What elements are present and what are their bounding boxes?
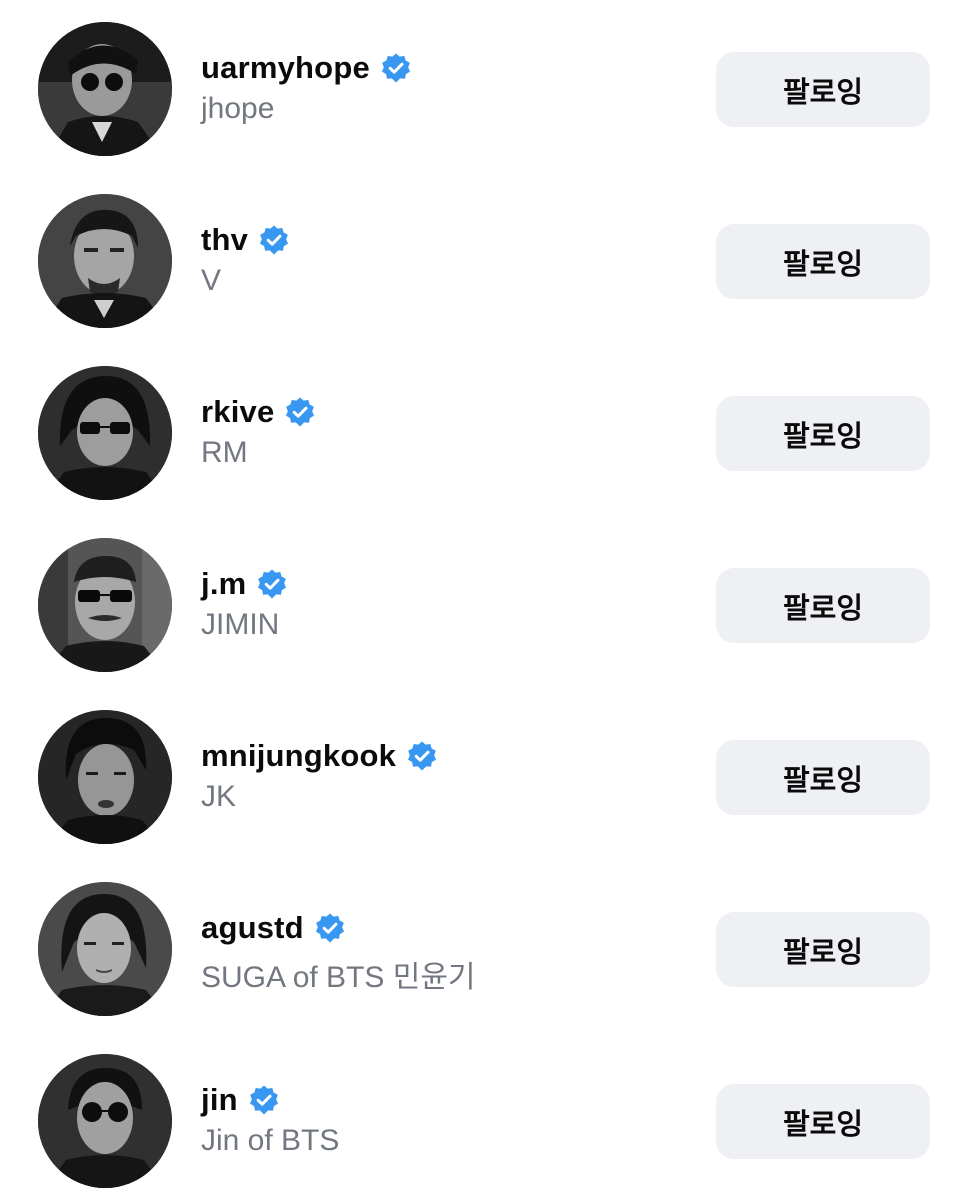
- following-button[interactable]: 팔로잉: [716, 568, 930, 643]
- full-name: JIMIN: [201, 608, 280, 641]
- username-line: uarmyhope: [201, 46, 412, 90]
- avatar-photo: [38, 710, 172, 844]
- avatar-photo: [38, 22, 172, 156]
- username-line: agustd: [201, 906, 346, 950]
- full-name: JK: [201, 780, 237, 813]
- username-line: jin: [201, 1078, 280, 1122]
- full-name: Jin of BTS: [201, 1124, 340, 1157]
- full-name: V: [201, 264, 222, 297]
- verified-badge-icon: [380, 52, 412, 84]
- following-button[interactable]: 팔로잉: [716, 740, 930, 815]
- avatar-photo: [38, 194, 172, 328]
- avatar-photo: [38, 366, 172, 500]
- following-button[interactable]: 팔로잉: [716, 912, 930, 987]
- list-item[interactable]: uarmyhope jhope 팔로잉: [0, 0, 959, 172]
- following-button[interactable]: 팔로잉: [716, 1084, 930, 1159]
- following-button[interactable]: 팔로잉: [716, 396, 930, 471]
- avatar-photo: [38, 1054, 172, 1188]
- username[interactable]: rkive: [201, 394, 274, 430]
- avatar-photo: [38, 882, 172, 1016]
- following-button[interactable]: 팔로잉: [716, 224, 930, 299]
- avatar[interactable]: [38, 22, 172, 156]
- avatar[interactable]: [38, 882, 172, 1016]
- username-line: rkive: [201, 390, 316, 434]
- username[interactable]: jin: [201, 1082, 238, 1118]
- avatar[interactable]: [38, 538, 172, 672]
- avatar[interactable]: [38, 1054, 172, 1188]
- username-line: thv: [201, 218, 290, 262]
- following-button[interactable]: 팔로잉: [716, 52, 930, 127]
- username[interactable]: uarmyhope: [201, 50, 370, 86]
- full-name: RM: [201, 436, 248, 469]
- verified-badge-icon: [256, 568, 288, 600]
- list-item[interactable]: rkive RM 팔로잉: [0, 344, 959, 516]
- verified-badge-icon: [248, 1084, 280, 1116]
- username-line: mnijungkook: [201, 734, 438, 778]
- verified-badge-icon: [314, 912, 346, 944]
- list-item[interactable]: jin Jin of BTS 팔로잉: [0, 1032, 959, 1204]
- verified-badge-icon: [284, 396, 316, 428]
- username[interactable]: agustd: [201, 910, 304, 946]
- list-item[interactable]: mnijungkook JK 팔로잉: [0, 688, 959, 860]
- avatar[interactable]: [38, 366, 172, 500]
- username-line: j.m: [201, 562, 288, 606]
- verified-badge-icon: [406, 740, 438, 772]
- avatar-photo: [38, 538, 172, 672]
- username[interactable]: mnijungkook: [201, 738, 396, 774]
- list-item[interactable]: agustd SUGA of BTS 민윤기 팔로잉: [0, 860, 959, 1032]
- list-item[interactable]: thv V 팔로잉: [0, 172, 959, 344]
- list-item[interactable]: j.m JIMIN 팔로잉: [0, 516, 959, 688]
- verified-badge-icon: [258, 224, 290, 256]
- username[interactable]: thv: [201, 222, 248, 258]
- full-name: jhope: [201, 92, 275, 125]
- full-name: SUGA of BTS 민윤기: [201, 961, 476, 994]
- username[interactable]: j.m: [201, 566, 246, 602]
- avatar[interactable]: [38, 194, 172, 328]
- avatar[interactable]: [38, 710, 172, 844]
